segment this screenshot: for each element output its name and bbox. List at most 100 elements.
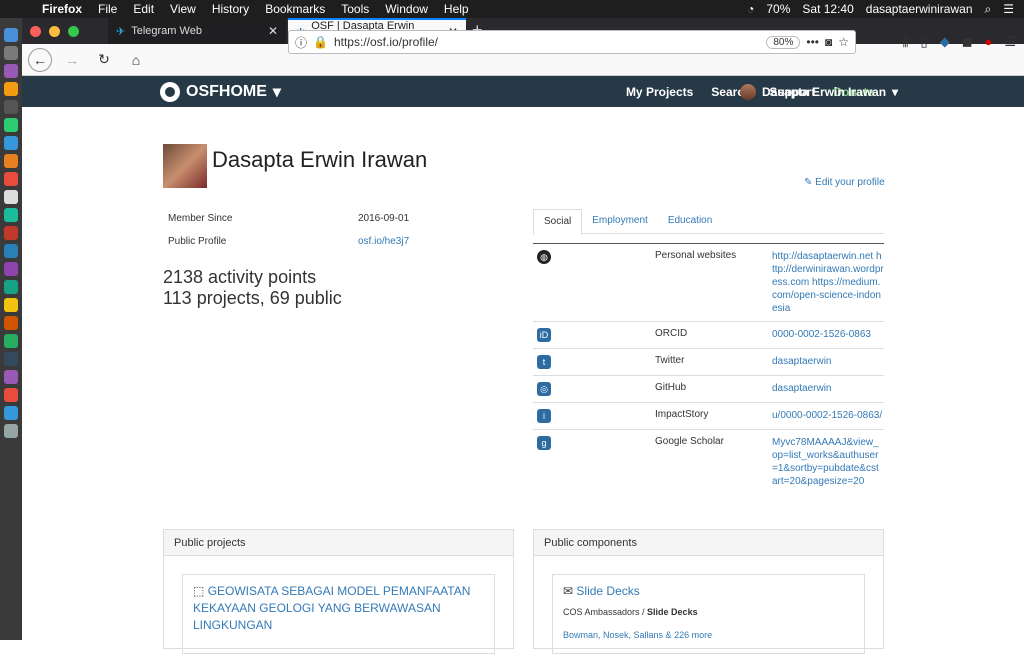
component-card[interactable]: ✉ Slide Decks COS Ambassadors / Slide De… <box>552 574 865 654</box>
url-bar[interactable]: ⓘ 🔒 https://osf.io/profile/ 80% ••• ◙ ☆ <box>288 30 856 54</box>
project-title[interactable]: GEOWISATA SEBAGAI MODEL PEMANFAATAN KEKA… <box>193 584 470 632</box>
dock-app-icon[interactable] <box>4 226 18 240</box>
lock-icon: 🔒 <box>313 35 328 49</box>
dock-app-icon[interactable] <box>4 64 18 78</box>
menu-tools[interactable]: Tools <box>333 2 377 16</box>
social-table: ◍ Personal websites http://dasaptaerwin.… <box>533 243 884 494</box>
menu-view[interactable]: View <box>162 2 204 16</box>
globe-icon: ◍ <box>537 250 551 264</box>
forward-button[interactable]: → <box>60 48 84 72</box>
dock-app-icon[interactable] <box>4 334 18 348</box>
dock-app-icon[interactable] <box>4 190 18 204</box>
dock-app-icon[interactable] <box>4 154 18 168</box>
sidebar-icon[interactable]: ▯ <box>921 34 928 50</box>
nav-my-projects[interactable]: My Projects <box>626 85 693 99</box>
social-value[interactable]: dasaptaerwin <box>772 382 884 396</box>
macos-menubar: Firefox File Edit View History Bookmarks… <box>0 0 1024 18</box>
more-contributors[interactable]: 226 more <box>674 630 712 640</box>
github-icon: ◎ <box>537 382 551 396</box>
info-icon[interactable]: ⓘ <box>295 34 307 51</box>
comment-icon: ✉ <box>563 584 574 598</box>
dock-app-icon[interactable] <box>4 406 18 420</box>
tab-education[interactable]: Education <box>658 209 722 233</box>
dock-app-icon[interactable] <box>4 82 18 96</box>
tab-employment[interactable]: Employment <box>582 209 658 233</box>
social-value[interactable]: dasaptaerwin <box>772 355 884 369</box>
home-button[interactable]: ⌂ <box>124 48 148 72</box>
component-title[interactable]: Slide Decks <box>576 584 639 598</box>
bookmark-star-icon[interactable]: ☆ <box>838 35 849 49</box>
social-value[interactable]: 0000-0002-1526-0863 <box>772 328 884 342</box>
tab-telegram[interactable]: ✈ Telegram Web ✕ <box>108 18 286 44</box>
window-controls <box>30 26 79 37</box>
tab-title: Telegram Web <box>131 25 202 37</box>
close-window-icon[interactable] <box>30 26 41 37</box>
tab-social[interactable]: Social <box>533 209 583 235</box>
dock-app-icon[interactable] <box>4 370 18 384</box>
zoom-level[interactable]: 80% <box>766 35 801 49</box>
pocket-icon[interactable]: ◙ <box>825 35 832 49</box>
social-value[interactable]: Myvc78MAAAAJ&view_op=list_works&authuser… <box>772 436 884 488</box>
library-icon[interactable]: ⫼ <box>903 34 909 50</box>
menu-icon[interactable]: ☰ <box>1004 34 1016 50</box>
dock-app-icon[interactable] <box>4 262 18 276</box>
extension-icon[interactable]: ◼ <box>962 34 973 50</box>
dock-app-icon[interactable] <box>4 136 18 150</box>
menu-edit[interactable]: Edit <box>125 2 162 16</box>
notification-center-icon[interactable]: ☰ <box>1003 2 1014 16</box>
cube-icon: ⬚ <box>193 584 205 598</box>
browser-toolbar-right: ⫼ ▯ ◆ ◼ ● ☰ <box>903 34 1016 50</box>
menu-window[interactable]: Window <box>377 2 436 16</box>
dock-app-icon[interactable] <box>4 388 18 402</box>
menu-bookmarks[interactable]: Bookmarks <box>257 2 333 16</box>
avatar <box>740 83 756 100</box>
user-menu[interactable]: Dasapta Erwin Irawan ▾ <box>740 83 898 100</box>
telegram-icon: ✈ <box>116 25 126 38</box>
back-button[interactable]: ← <box>28 47 52 72</box>
contributors[interactable]: Bowman, Nosek, Sallans <box>563 630 663 640</box>
dock-app-icon[interactable] <box>4 424 18 438</box>
user-name[interactable]: dasaptaerwinirawan <box>866 2 973 16</box>
close-tab-icon[interactable]: ✕ <box>268 24 278 38</box>
zoom-window-icon[interactable] <box>68 26 79 37</box>
wifi-icon[interactable]: ◔ <box>747 2 754 16</box>
project-card[interactable]: ⬚ GEOWISATA SEBAGAI MODEL PEMANFAATAN KE… <box>182 574 495 654</box>
dock <box>0 18 22 640</box>
page-actions-icon[interactable]: ••• <box>806 35 819 49</box>
social-row: g Google Scholar Myvc78MAAAAJ&view_op=li… <box>533 429 884 494</box>
extension-icon[interactable]: ◆ <box>940 34 950 50</box>
dock-app-icon[interactable] <box>4 208 18 222</box>
social-row: ◍ Personal websites http://dasaptaerwin.… <box>533 243 884 321</box>
dock-app-icon[interactable] <box>4 316 18 330</box>
battery-percent[interactable]: 70% <box>766 2 790 16</box>
dock-app-icon[interactable] <box>4 244 18 258</box>
dock-app-icon[interactable] <box>4 352 18 366</box>
dock-app-icon[interactable] <box>4 28 18 42</box>
social-row: ◎ GitHub dasaptaerwin <box>533 375 884 402</box>
minimize-window-icon[interactable] <box>49 26 60 37</box>
menu-history[interactable]: History <box>204 2 257 16</box>
extension-icon[interactable]: ● <box>984 34 992 50</box>
social-value[interactable]: http://dasaptaerwin.net http://derwinira… <box>772 250 884 315</box>
twitter-icon: t <box>537 355 551 369</box>
public-profile-link[interactable]: osf.io/he3j7 <box>358 236 409 247</box>
social-value[interactable]: u/0000-0002-1526-0863/ <box>772 409 884 423</box>
url-text[interactable]: https://osf.io/profile/ <box>334 35 438 49</box>
member-since-label: Member Since <box>168 213 233 224</box>
dock-app-icon[interactable] <box>4 280 18 294</box>
dock-app-icon[interactable] <box>4 118 18 132</box>
dock-app-icon[interactable] <box>4 100 18 114</box>
reload-button[interactable]: ↻ <box>92 48 116 72</box>
menu-file[interactable]: File <box>90 2 125 16</box>
clock[interactable]: Sat 12:40 <box>802 2 853 16</box>
menu-app-name[interactable]: Firefox <box>34 2 90 16</box>
menu-help[interactable]: Help <box>436 2 477 16</box>
dock-app-icon[interactable] <box>4 172 18 186</box>
dock-app-icon[interactable] <box>4 298 18 312</box>
osf-home-link[interactable]: OSFHOME ▾ <box>160 81 281 102</box>
profile-page: Dasapta Erwin Irawan ✎ Edit your profile… <box>22 107 1024 654</box>
profile-name: Dasapta Erwin Irawan <box>212 147 428 172</box>
dock-app-icon[interactable] <box>4 46 18 60</box>
spotlight-icon[interactable]: ⌕ <box>985 2 992 17</box>
edit-profile-link[interactable]: ✎ Edit your profile <box>804 177 885 188</box>
